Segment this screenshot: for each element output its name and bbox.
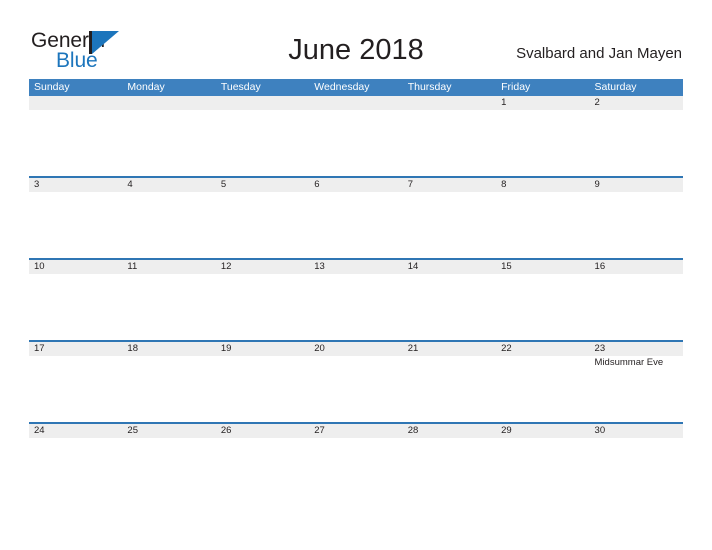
day-cell-events [496,356,589,422]
day-number-27[interactable]: 27 [309,424,402,438]
day-number-21[interactable]: 21 [403,342,496,356]
day-number-16[interactable]: 16 [590,260,683,274]
day-number-empty [122,96,215,110]
day-number-empty [216,96,309,110]
day-number-2[interactable]: 2 [590,96,683,110]
day-cell-events [496,438,589,504]
day-cell-events [216,192,309,258]
day-cell-events [122,110,215,176]
week-event-band [29,274,683,340]
day-number-7[interactable]: 7 [403,178,496,192]
day-cell-events [590,192,683,258]
calendar-grid: Sunday Monday Tuesday Wednesday Thursday Frid… [29,79,683,504]
page-header: General Blue June 2018 Svalbard and Jan … [0,0,712,78]
day-cell-events [403,438,496,504]
weekday-header-thursday: Thursday [407,81,452,93]
day-number-5[interactable]: 5 [216,178,309,192]
week-event-band: Midsummar Eve [29,356,683,422]
day-number-13[interactable]: 13 [309,260,402,274]
day-cell-events [403,274,496,340]
weekday-header-tuesday: Tuesday [220,81,261,93]
day-number-10[interactable]: 10 [29,260,122,274]
day-cell-events [309,438,402,504]
day-cell-events [29,274,122,340]
day-cell-events [216,356,309,422]
day-cell-events [216,110,309,176]
weekday-header-wednesday: Wednesday [314,81,370,93]
day-cell-events [403,192,496,258]
day-cell-events [496,110,589,176]
day-number-18[interactable]: 18 [122,342,215,356]
weekday-header-sunday: Sunday [34,81,70,93]
day-cell-events [496,274,589,340]
day-number-empty [29,96,122,110]
day-number-14[interactable]: 14 [403,260,496,274]
day-number-15[interactable]: 15 [496,260,589,274]
calendar-week-row: 10 11 12 13 14 15 16 [29,258,683,340]
day-number-3[interactable]: 3 [29,178,122,192]
day-cell-events [122,438,215,504]
weekday-header-friday: Friday [501,81,531,93]
day-cell-events [29,110,122,176]
day-number-6[interactable]: 6 [309,178,402,192]
week-date-band: 12 [29,96,683,110]
day-number-4[interactable]: 4 [122,178,215,192]
calendar-week-row: 17 18 19 20 21 22 23 Midsummar Eve [29,340,683,422]
week-date-band: 3456789 [29,178,683,192]
day-cell-events [29,356,122,422]
day-number-8[interactable]: 8 [496,178,589,192]
day-cell-events [122,274,215,340]
day-cell-events [122,356,215,422]
day-number-24[interactable]: 24 [29,424,122,438]
weekday-header-row: Sunday Monday Tuesday Wednesday Thursday Frid… [29,79,683,96]
day-number-26[interactable]: 26 [216,424,309,438]
day-number-23[interactable]: 23 [590,342,683,356]
day-number-30[interactable]: 30 [590,424,683,438]
day-cell-events [309,110,402,176]
day-cell-events [29,438,122,504]
day-number-19[interactable]: 19 [216,342,309,356]
locale-label: Svalbard and Jan Mayen [516,45,682,62]
day-cell-events [403,110,496,176]
day-cell-events [309,192,402,258]
day-cell-events [309,356,402,422]
weekday-header-monday: Monday [127,81,165,93]
calendar-week-row: 12 [29,96,683,176]
week-date-band: 24 25 26 27 28 29 30 [29,424,683,438]
day-number-1[interactable]: 1 [496,96,589,110]
day-cell-events [590,274,683,340]
day-number-20[interactable]: 20 [309,342,402,356]
day-number-28[interactable]: 28 [403,424,496,438]
week-event-band [29,110,683,176]
day-number-12[interactable]: 12 [216,260,309,274]
week-date-band: 10 11 12 13 14 15 16 [29,260,683,274]
week-date-band: 17 18 19 20 21 22 23 [29,342,683,356]
day-number-9[interactable]: 9 [590,178,683,192]
calendar-weeks: 1 2 3 4 5 6 7 8 9 10 11 12 13 14 15 16 17 18 19 20 21 22 23 Mid… [29,96,683,504]
day-cell-events [309,274,402,340]
day-cell-events [496,192,589,258]
day-number-empty [309,96,402,110]
day-cell-events [590,438,683,504]
day-cell-events [403,356,496,422]
week-event-band [29,438,683,504]
day-cell-events [29,192,122,258]
day-cell-events [122,192,215,258]
day-number-empty [403,96,496,110]
calendar-week-row: 3456789 [29,176,683,258]
day-number-29[interactable]: 29 [496,424,589,438]
holiday-label: Midsummar Eve [594,357,664,368]
day-number-11[interactable]: 11 [122,260,215,274]
week-event-band [29,192,683,258]
weekday-header-saturday: Saturday [594,81,637,93]
day-number-22[interactable]: 22 [496,342,589,356]
calendar-page: General Blue June 2018 Svalbard and Jan … [0,0,712,550]
day-number-17[interactable]: 17 [29,342,122,356]
day-cell-events [590,110,683,176]
day-cell-events: Midsummar Eve [590,356,683,422]
day-cell-events [216,438,309,504]
day-number-25[interactable]: 25 [122,424,215,438]
calendar-week-row: 24 25 26 27 28 29 30 [29,422,683,504]
day-cell-events [216,274,309,340]
